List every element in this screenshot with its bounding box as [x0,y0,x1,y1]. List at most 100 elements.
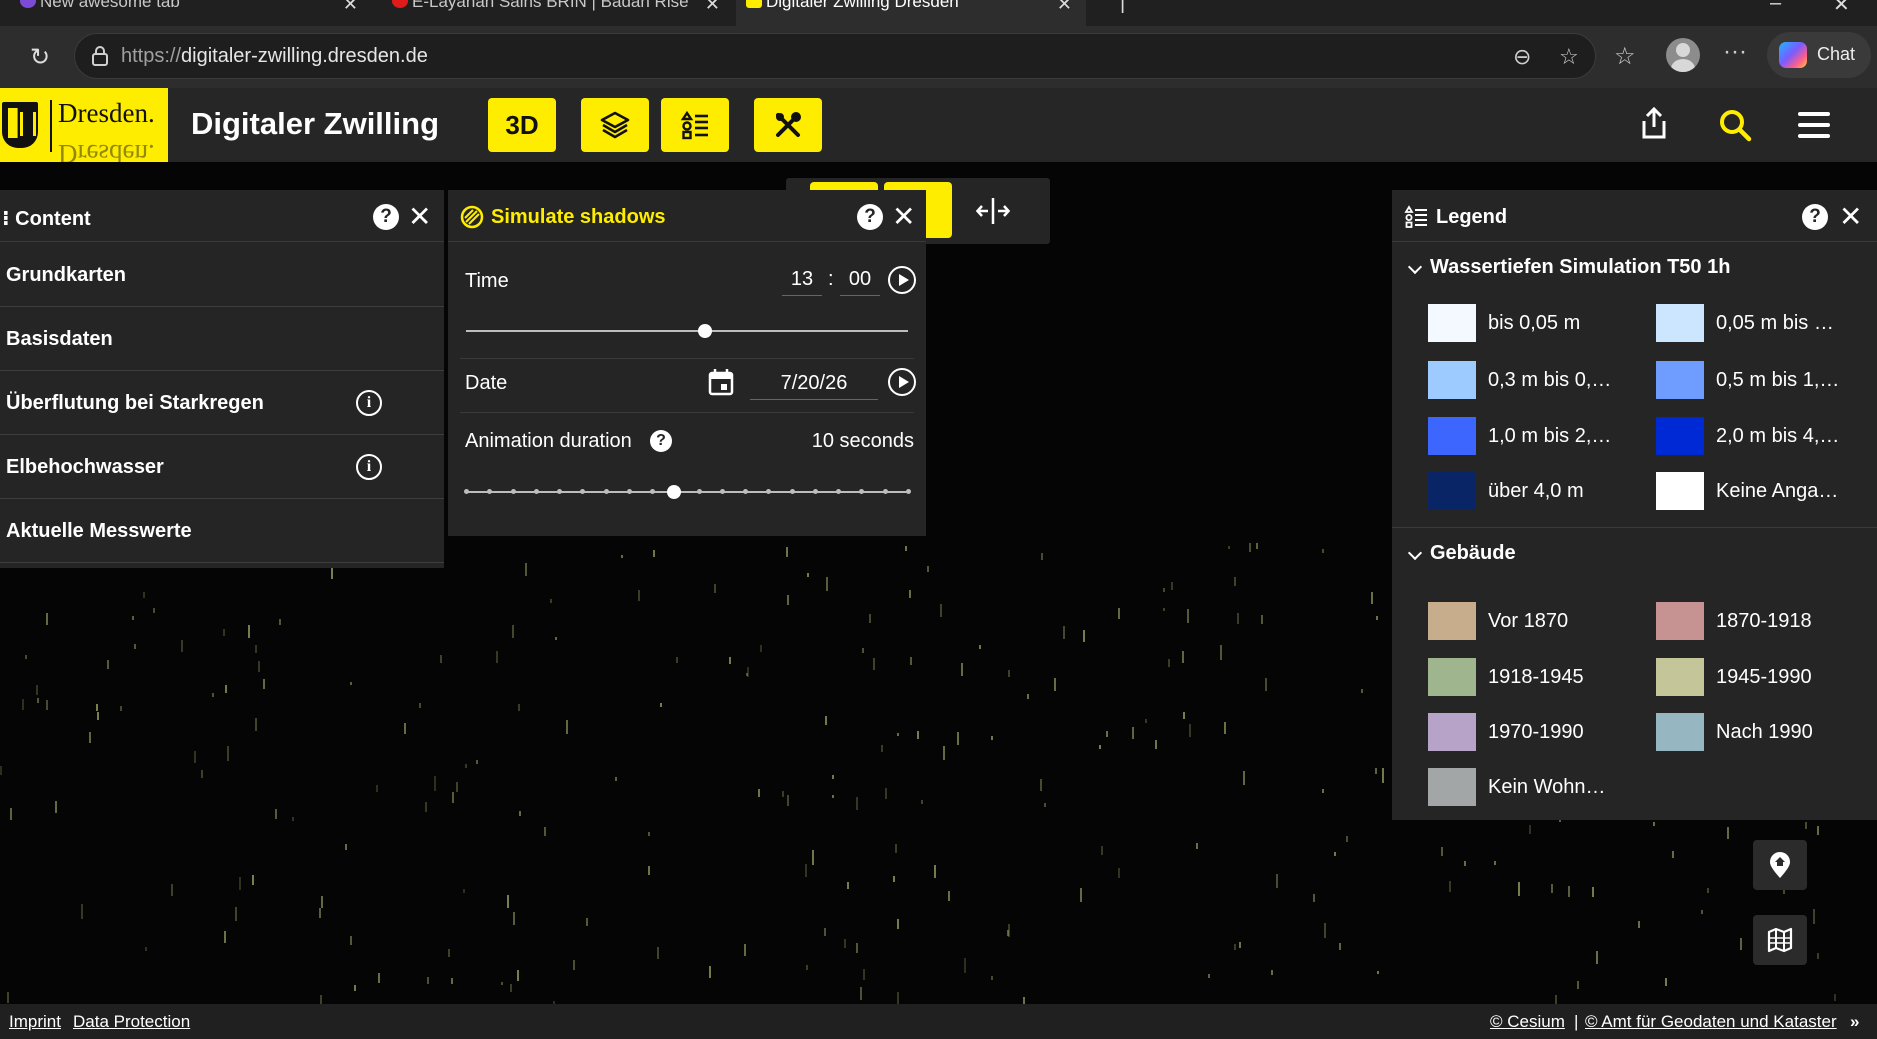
tab-title: Digitaler Zwilling Dresden [766,0,959,11]
amt-credit-link[interactable]: © Amt für Geodaten und Kataster [1585,1012,1837,1032]
cesium-credit-link[interactable]: © Cesium [1490,1012,1565,1032]
more-credits-icon[interactable]: » [1850,1012,1859,1032]
minimize-icon[interactable]: – [1770,0,1781,15]
chevron-down-icon[interactable] [1407,259,1423,275]
copilot-chat-button[interactable]: Chat [1767,32,1871,78]
legend-swatch [1428,361,1476,399]
content-item-label: Grundkarten [6,264,127,286]
duration-slider-thumb[interactable] [666,485,681,499]
legend-item-label: Keine Anga… [1716,480,1839,502]
legend-section-title[interactable]: Gebäude [1430,542,1516,565]
building-speck [201,770,204,779]
building-speck [291,817,294,822]
building-speck [1833,994,1836,1001]
building-speck [896,919,899,929]
legend-item: 0,5 m bis 1,… [1656,361,1866,401]
content-item[interactable]: Überflutung bei Starkregen i [0,371,444,435]
building-speck [615,776,618,781]
close-icon[interactable]: ✕ [408,200,431,233]
help-icon[interactable]: ? [373,204,399,230]
hour-input[interactable]: 13 [782,268,822,296]
address-bar[interactable]: https://digitaler-zwilling.dresden.de ⊖ … [74,33,1596,79]
calendar-icon[interactable] [708,368,734,396]
legend-item-label: über 4,0 m [1488,480,1584,502]
tab-close-icon[interactable]: ✕ [343,0,358,15]
minute-input[interactable]: 00 [840,268,880,296]
building-speck [747,666,750,677]
legend-section-title[interactable]: Wassertiefen Simulation T50 1h [1430,256,1730,279]
building-speck [892,875,895,882]
building-speck [1236,612,1239,624]
search-icon[interactable] [1718,108,1752,142]
legend-button[interactable] [661,98,729,152]
building-speck [760,644,762,653]
help-icon[interactable]: ? [857,204,883,230]
share-icon[interactable] [1640,106,1668,140]
reload-icon[interactable]: ↻ [30,43,50,72]
tools-button[interactable] [754,98,822,152]
info-icon[interactable]: i [356,454,382,480]
building-speck [255,718,258,731]
hamburger-menu-icon[interactable] [1798,110,1830,140]
chevron-down-icon[interactable] [1407,545,1423,561]
favorites-icon[interactable]: ☆ [1614,42,1636,71]
building-speck [963,958,966,973]
building-speck [1131,726,1134,739]
content-item[interactable]: Basisdaten [0,307,444,371]
close-icon[interactable]: ✕ [1839,200,1862,233]
building-speck [1275,874,1278,889]
building-speck [451,792,454,804]
building-speck [89,731,92,743]
tab-close-icon[interactable]: ✕ [705,0,720,15]
building-speck [1577,980,1580,989]
building-speck [1261,614,1264,625]
browser-tab-active[interactable]: Digitaler Zwilling Dresden ✕ [736,0,1086,26]
building-speck [1099,744,1102,749]
duration-slider-track[interactable] [466,491,908,493]
browser-tab[interactable]: New awesome tab ✕ [10,0,372,26]
building-speck [1592,887,1595,898]
slider-tick [766,489,772,494]
map-overview-button[interactable] [1753,915,1807,965]
browser-tab[interactable]: E-Layanan Sains BRIN | Badan Rise ✕ [382,0,734,26]
content-item[interactable]: Grundkarten [0,243,444,307]
close-window-icon[interactable]: ✕ [1833,0,1850,17]
imprint-link[interactable]: Imprint [9,1012,61,1032]
reading-mode-icon[interactable]: ⊖ [1513,44,1531,70]
data-protection-link[interactable]: Data Protection [73,1012,190,1032]
close-icon[interactable]: ✕ [892,200,915,233]
legend-swatch [1656,304,1704,342]
split-view-icon[interactable] [976,196,1010,226]
time-slider-track[interactable] [466,330,908,332]
content-item[interactable]: Elbehochwasser i [0,435,444,499]
building-speck [782,791,785,798]
building-speck [831,774,834,779]
3d-button[interactable]: 3D [488,98,556,152]
time-slider-thumb[interactable] [697,324,712,338]
time-play-icon[interactable] [888,266,916,294]
date-input[interactable]: 7/20/26 [750,372,878,400]
building-speck [1063,626,1066,640]
favorite-star-icon[interactable]: ☆ [1559,44,1579,70]
duration-help-icon[interactable]: ? [650,430,672,452]
url-scheme: https:// [121,45,182,67]
building-speck [465,764,468,768]
building-speck [433,776,436,792]
legend-item-label: 0,3 m bis 0,… [1488,369,1612,391]
new-tab-icon[interactable]: | [1120,0,1125,15]
layers-button[interactable] [581,98,649,152]
date-play-icon[interactable] [888,368,916,396]
slider-tick [812,489,818,494]
tab-close-icon[interactable]: ✕ [1057,0,1072,15]
info-icon[interactable]: i [356,390,382,416]
building-speck [811,850,814,865]
profile-avatar[interactable] [1666,38,1700,72]
building-speck [170,883,173,896]
more-menu-icon[interactable]: ··· [1723,38,1747,66]
content-item[interactable]: Aktuelle Messwerte [0,499,444,563]
help-icon[interactable]: ? [1802,204,1828,230]
building-speck [1265,678,1268,691]
building-speck [862,968,865,980]
building-speck [1323,923,1326,939]
location-button[interactable] [1753,840,1807,890]
